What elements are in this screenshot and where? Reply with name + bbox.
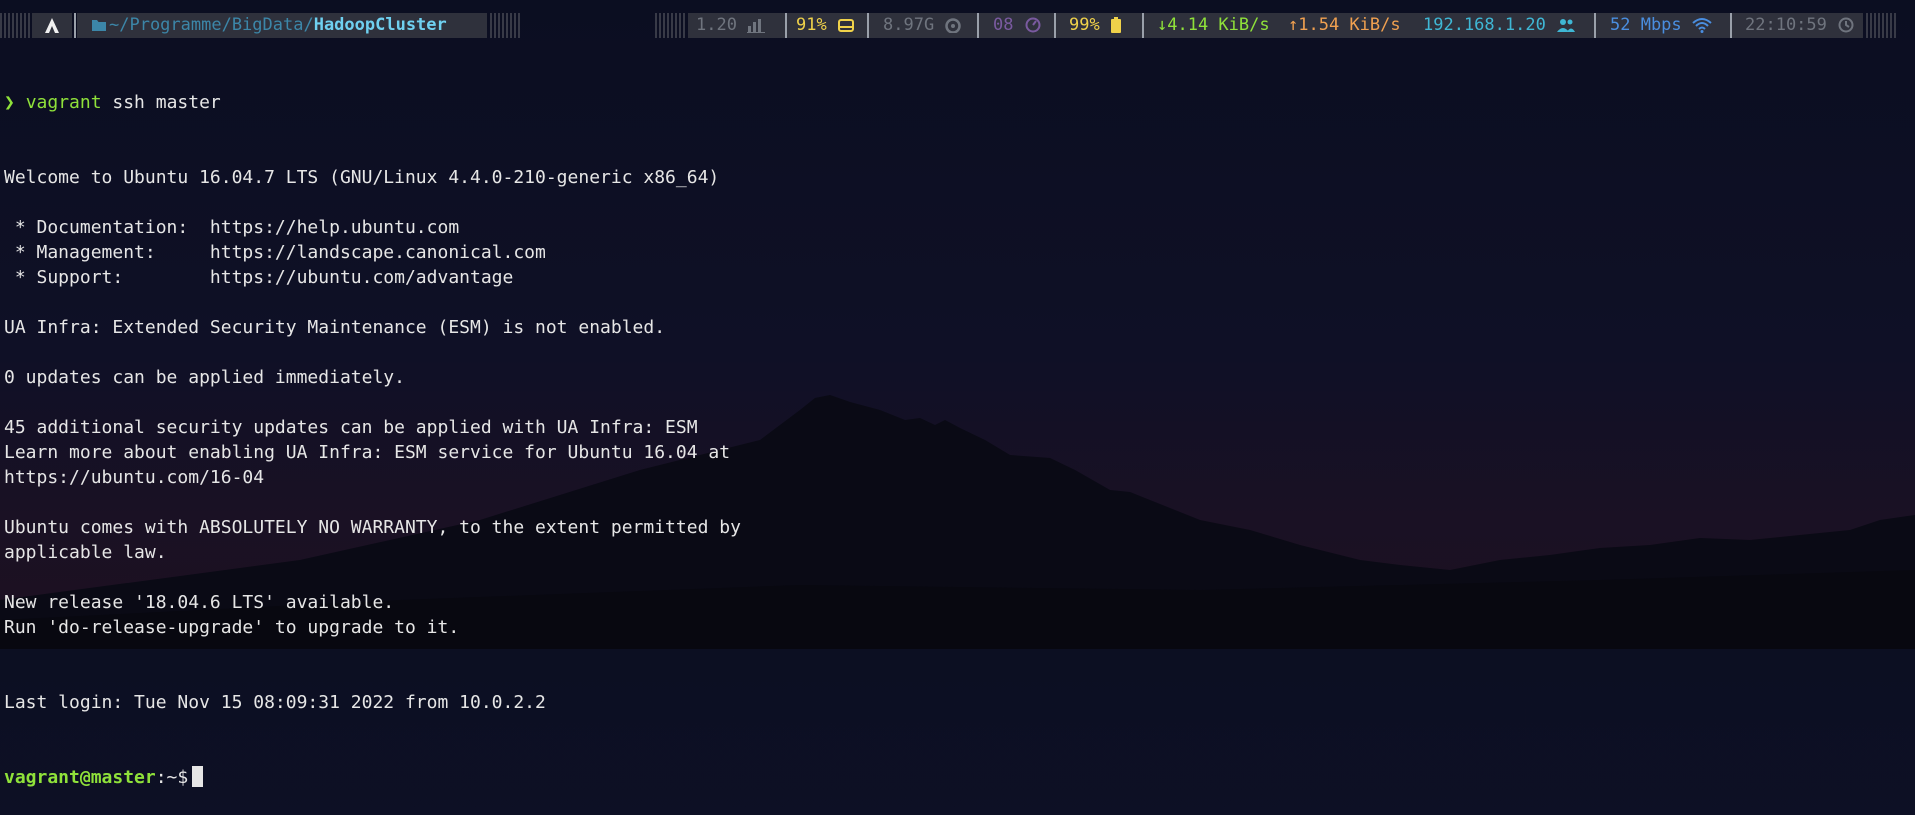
- output-line: https://ubuntu.com/16-04: [4, 467, 265, 488]
- output-lines: Welcome to Ubuntu 16.04.7 LTS (GNU/Linux…: [4, 165, 741, 715]
- cpu-chart-icon: [747, 19, 766, 33]
- memory-icon: [945, 18, 962, 33]
- wifi-speed-value: 52 Mbps: [1610, 15, 1682, 35]
- path-prefix: ~/Programme/BigData/: [109, 15, 314, 35]
- wifi-widget: 52 Mbps: [1610, 13, 1712, 38]
- terminal-output: ❯ vagrant ssh master Welcome to Ubuntu 1…: [4, 40, 741, 815]
- shell-prompt-path: :~$: [155, 767, 189, 788]
- output-line: Welcome to Ubuntu 16.04.7 LTS (GNU/Linux…: [4, 167, 720, 188]
- output-line: UA Infra: Extended Security Maintenance …: [4, 317, 666, 338]
- ip-widget: 192.168.1.20: [1423, 13, 1576, 38]
- net-up-value: ↑1.54 KiB/s: [1288, 15, 1401, 35]
- path-segment: ~/Programme/BigData/HadoopCluster: [77, 13, 487, 38]
- net-down-widget: ↓4.14 KiB/s: [1157, 13, 1270, 38]
- separator: [867, 13, 869, 38]
- wifi-icon: [1692, 18, 1712, 33]
- users-icon: [1557, 19, 1576, 32]
- gpu-icon: [1025, 17, 1041, 33]
- output-line: New release '18.04.6 LTS' available.: [4, 592, 395, 613]
- output-line: Last login: Tue Nov 15 08:09:31 2022 fro…: [4, 692, 546, 713]
- bar-dots: [490, 13, 522, 38]
- net-down-value: ↓4.14 KiB/s: [1157, 15, 1270, 35]
- bar-dots: [655, 13, 685, 38]
- clock-icon: [1838, 17, 1854, 33]
- output-line: 0 updates can be applied immediately.: [4, 367, 405, 388]
- gpu-value: 08: [993, 15, 1014, 35]
- output-line: applicable law.: [4, 542, 167, 563]
- separator: [1594, 13, 1596, 38]
- output-line: * Management: https://landscape.canonica…: [4, 242, 546, 263]
- disk-widget: 91%: [796, 13, 855, 38]
- output-line: Ubuntu comes with ABSOLUTELY NO WARRANTY…: [4, 517, 741, 538]
- bar-dots: [0, 13, 30, 38]
- status-bar: ~/Programme/BigData/HadoopCluster 1.20 9…: [0, 13, 1915, 38]
- text-cursor: [192, 766, 204, 787]
- output-line: Run 'do-release-upgrade' to upgrade to i…: [4, 617, 460, 638]
- path-current: HadoopCluster: [313, 15, 447, 35]
- output-line: 45 additional security updates can be ap…: [4, 417, 698, 438]
- output-line: Learn more about enabling UA Infra: ESM …: [4, 442, 731, 463]
- shell-prompt-line[interactable]: vagrant@master:~$: [4, 765, 741, 790]
- ip-value: 192.168.1.20: [1423, 15, 1546, 35]
- battery-widget: 99%: [1069, 13, 1122, 38]
- battery-icon: [1110, 17, 1121, 33]
- command-args: ssh master: [101, 92, 221, 113]
- arch-logo-icon: [45, 18, 59, 33]
- memory-value: 8.97G: [883, 15, 935, 35]
- gpu-widget: 08: [993, 13, 1042, 38]
- net-up-widget: ↑1.54 KiB/s: [1288, 13, 1401, 38]
- separator: [1730, 13, 1732, 38]
- separator: [1054, 13, 1056, 38]
- shell-prompt-user: vagrant@master: [4, 767, 156, 788]
- prompt-symbol: ❯: [4, 92, 15, 113]
- command-program: vagrant: [25, 92, 102, 113]
- battery-value: 99%: [1069, 15, 1100, 35]
- disk-icon: [837, 19, 854, 32]
- clock-widget: 22:10:59: [1745, 13, 1855, 38]
- output-line: * Documentation: https://help.ubuntu.com: [4, 217, 460, 238]
- bar-dots: [1866, 13, 1896, 38]
- output-line: * Support: https://ubuntu.com/advantage: [4, 267, 514, 288]
- disk-value: 91%: [796, 15, 827, 35]
- folder-icon: [92, 20, 106, 31]
- command-line: ❯ vagrant ssh master: [4, 90, 741, 115]
- load-widget: 1.20: [696, 13, 766, 38]
- separator: [785, 13, 787, 38]
- separator: [74, 13, 76, 38]
- memory-widget: 8.97G: [883, 13, 962, 38]
- separator: [977, 13, 979, 38]
- load-value: 1.20: [696, 15, 737, 35]
- separator: [1142, 13, 1144, 38]
- arch-logo-segment: [32, 13, 72, 38]
- time-value: 22:10:59: [1745, 15, 1827, 35]
